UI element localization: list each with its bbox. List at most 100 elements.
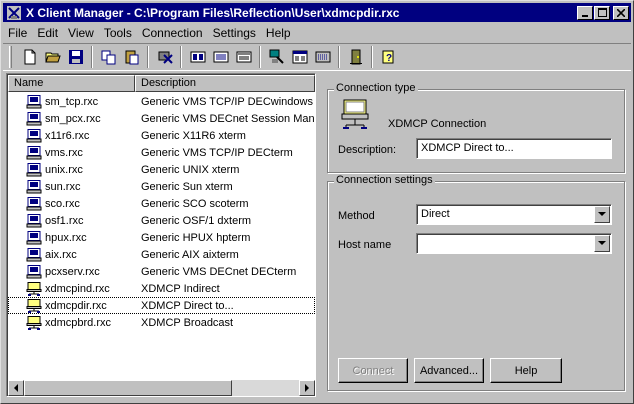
list-item-description: Generic VMS DECnet DECterm xyxy=(141,265,297,278)
scroll-right-button[interactable] xyxy=(299,380,315,396)
menu-bar: File Edit View Tools Connection Settings… xyxy=(3,23,631,42)
new-button[interactable] xyxy=(18,46,41,68)
x-client-manager-icon xyxy=(7,5,21,20)
menu-edit[interactable]: Edit xyxy=(32,26,63,40)
delete-connection-icon xyxy=(158,51,173,64)
toolbar-separator xyxy=(371,46,373,68)
help-button[interactable]: Help xyxy=(490,358,562,383)
list-item[interactable]: aix.rxc Generic AIX aixterm xyxy=(8,246,315,263)
connect-button[interactable]: Connect xyxy=(338,358,408,383)
toolbar-grip[interactable] xyxy=(9,46,12,68)
menu-tools[interactable]: Tools xyxy=(99,26,137,40)
column-header-name[interactable]: Name xyxy=(8,75,135,92)
list-item[interactable]: xdmcpind.rxc XDMCP Indirect xyxy=(8,280,315,297)
list-item-description: Generic AIX aixterm xyxy=(141,248,239,261)
svg-text:?: ? xyxy=(386,53,392,64)
open-button[interactable] xyxy=(41,46,64,68)
list-view-button[interactable] xyxy=(209,46,232,68)
copy-button[interactable] xyxy=(97,46,120,68)
close-button[interactable] xyxy=(613,5,629,20)
delete-button[interactable] xyxy=(153,46,176,68)
details-view-icon xyxy=(236,51,251,63)
list-item[interactable]: vms.rxc Generic VMS TCP/IP DECterm xyxy=(8,144,315,161)
list-item-name: xdmcpbrd.rxc xyxy=(45,316,112,329)
connection-list[interactable]: Name Description sm_tcp.rxc Generic VMS T… xyxy=(6,73,316,397)
list-item[interactable]: sun.rxc Generic Sun xterm xyxy=(8,178,315,195)
list-item[interactable]: hpux.rxc Generic HPUX hpterm xyxy=(8,229,315,246)
menu-view[interactable]: View xyxy=(63,26,99,40)
connection-type-label: Connection type xyxy=(334,82,418,94)
xdmcp-icon xyxy=(26,298,42,313)
exit-button[interactable] xyxy=(344,46,367,68)
exit-door-icon xyxy=(349,49,362,65)
terminal-icon xyxy=(26,264,42,279)
maximize-button[interactable] xyxy=(594,5,610,20)
connection-type-group: Connection type XDMCP Connection Descrip… xyxy=(327,82,625,173)
toolbar-separator xyxy=(259,46,261,68)
minimize-icon xyxy=(582,14,588,17)
method-select[interactable]: Direct xyxy=(416,204,612,225)
scroll-thumb[interactable] xyxy=(24,380,232,396)
context-help-button[interactable]: ? xyxy=(377,46,400,68)
list-item-name: osf1.rxc xyxy=(45,214,84,227)
list-item[interactable]: unix.rxc Generic UNIX xterm xyxy=(8,161,315,178)
toolbar-separator xyxy=(147,46,149,68)
list-item[interactable]: sm_tcp.rxc Generic VMS TCP/IP DECwindows … xyxy=(8,93,315,110)
close-icon xyxy=(617,8,625,17)
minimize-button[interactable] xyxy=(577,5,593,20)
menu-help[interactable]: Help xyxy=(261,26,296,40)
title-bar[interactable]: X Client Manager - C:\Program Files\Refl… xyxy=(3,3,631,22)
properties-tool-button[interactable] xyxy=(288,46,311,68)
description-label: Description: xyxy=(338,144,397,156)
terminal-icon xyxy=(26,94,42,109)
scroll-track[interactable] xyxy=(232,380,299,396)
list-item-description: Generic VMS TCP/IP DECterm xyxy=(141,146,293,159)
list-item-name: xdmcpind.rxc xyxy=(45,282,110,295)
connect-tool-button[interactable] xyxy=(265,46,288,68)
app-window: X Client Manager - C:\Program Files\Refl… xyxy=(0,0,634,404)
list-item-name: sm_pcx.rxc xyxy=(45,112,101,125)
list-header: Name Description xyxy=(8,75,315,92)
scroll-left-button[interactable] xyxy=(8,380,24,396)
column-header-description[interactable]: Description xyxy=(135,75,315,92)
menu-settings[interactable]: Settings xyxy=(208,26,261,40)
list-item[interactable]: sco.rxc Generic SCO scoterm xyxy=(8,195,315,212)
large-icons-button[interactable] xyxy=(186,46,209,68)
horizontal-scrollbar[interactable] xyxy=(8,380,315,396)
list-item[interactable]: x11r6.rxc Generic X11R6 xterm xyxy=(8,127,315,144)
save-button[interactable] xyxy=(64,46,87,68)
open-folder-icon xyxy=(44,52,61,63)
chevron-down-icon xyxy=(598,212,606,216)
list-item-name: pcxserv.rxc xyxy=(45,265,100,278)
terminal-icon xyxy=(26,230,42,245)
description-field[interactable]: XDMCP Direct to... xyxy=(416,138,612,159)
list-item[interactable]: sm_pcx.rxc Generic VMS DECnet Session Man… xyxy=(8,110,315,127)
list-item-description: XDMCP Direct to... xyxy=(141,299,234,312)
list-item-name: hpux.rxc xyxy=(45,231,87,244)
window-title: X Client Manager - C:\Program Files\Refl… xyxy=(26,5,400,20)
host-name-dropdown-button[interactable] xyxy=(594,235,610,252)
toolbar-separator xyxy=(91,46,93,68)
list-item[interactable]: xdmcpdir.rxc XDMCP Direct to... xyxy=(8,297,315,314)
list-item[interactable]: pcxserv.rxc Generic VMS DECnet DECterm xyxy=(8,263,315,280)
host-name-combo[interactable] xyxy=(416,233,612,254)
arrow-left-icon xyxy=(14,384,18,392)
large-icons-view-icon xyxy=(190,51,205,63)
menu-connection[interactable]: Connection xyxy=(137,26,208,40)
method-dropdown-button[interactable] xyxy=(594,206,610,223)
keyboard-tool-button[interactable] xyxy=(311,46,334,68)
terminal-icon xyxy=(26,179,42,194)
list-item-description: XDMCP Indirect xyxy=(141,282,220,295)
connection-settings-label: Connection settings xyxy=(334,174,435,186)
properties-icon xyxy=(292,50,307,64)
list-item-description: Generic Sun xterm xyxy=(141,180,233,193)
list-item-description: Generic UNIX xterm xyxy=(141,163,240,176)
menu-file[interactable]: File xyxy=(3,26,32,40)
details-view-button[interactable] xyxy=(232,46,255,68)
advanced-button[interactable]: Advanced... xyxy=(414,358,484,383)
connect-icon xyxy=(269,49,284,64)
list-item-description: XDMCP Broadcast xyxy=(141,316,234,329)
paste-button[interactable] xyxy=(120,46,143,68)
list-item[interactable]: xdmcpbrd.rxc XDMCP Broadcast xyxy=(8,314,315,331)
list-item[interactable]: osf1.rxc Generic OSF/1 dxterm xyxy=(8,212,315,229)
